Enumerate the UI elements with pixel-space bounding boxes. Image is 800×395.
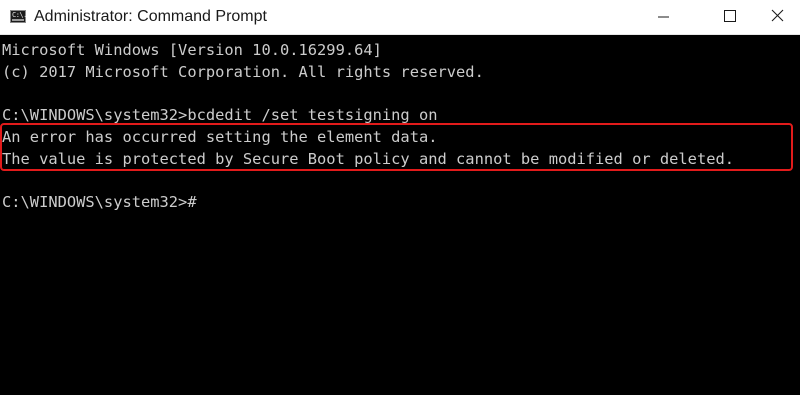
- console-line-command: C:\WINDOWS\system32>bcdedit /set testsig…: [2, 106, 438, 124]
- title-bar[interactable]: C:\. Administrator: Command Prompt: [0, 0, 800, 35]
- app-icon-glyph: C:\.: [12, 11, 27, 19]
- close-icon: [771, 9, 784, 22]
- minimize-button[interactable]: [640, 0, 686, 34]
- console-line-error: An error has occurred setting the elemen…: [2, 128, 438, 146]
- console-prompt[interactable]: C:\WINDOWS\system32>#: [2, 192, 197, 212]
- cmd-app-icon[interactable]: C:\.: [10, 10, 27, 23]
- app-icon-bar: [12, 19, 24, 21]
- maximize-icon: [724, 10, 736, 22]
- minimize-icon: [658, 16, 669, 18]
- window-title: Administrator: Command Prompt: [34, 8, 267, 25]
- console-line-error-detail: The value is protected by Secure Boot po…: [2, 150, 735, 168]
- maximize-button[interactable]: [705, 0, 751, 34]
- close-button[interactable]: [754, 0, 800, 34]
- command-prompt-window: C:\. Administrator: Command Prompt Micro…: [0, 0, 800, 395]
- console-line-copyright: (c) 2017 Microsoft Corporation. All righ…: [2, 63, 484, 81]
- console-line-version: Microsoft Windows [Version 10.0.16299.64…: [2, 41, 382, 59]
- console-output[interactable]: Microsoft Windows [Version 10.0.16299.64…: [0, 35, 800, 395]
